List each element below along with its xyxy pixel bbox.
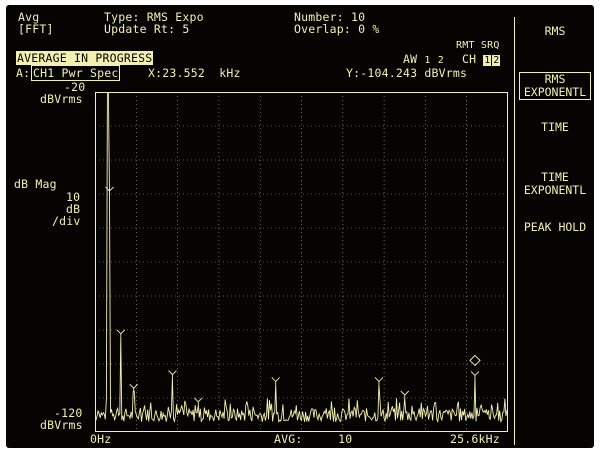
peak-marker bbox=[116, 329, 126, 337]
softkey-peak-hold[interactable]: PEAK HOLD bbox=[515, 221, 594, 234]
ch2-box: 2 bbox=[492, 55, 501, 66]
peak-markers bbox=[105, 186, 480, 405]
overlap: Overlap: 0 % bbox=[294, 22, 380, 36]
x-marker-readout: X:23.552 kHz bbox=[148, 66, 241, 80]
peak-marker bbox=[374, 377, 384, 385]
update-rate: Update Rt: 5 bbox=[104, 22, 190, 36]
y-bottom-unit: dBVrms bbox=[40, 418, 83, 432]
softkey-time[interactable]: TIME bbox=[515, 121, 594, 134]
y-axis-label: dB Mag bbox=[14, 177, 57, 191]
y-top-unit: dBVrms bbox=[40, 92, 83, 106]
softkey-menu: RMS RMS EXPONENTL TIME TIME EXPONENTL PE… bbox=[514, 17, 594, 445]
peak-marker bbox=[129, 383, 139, 392]
peak-marker bbox=[470, 371, 480, 379]
channel-indicator: CH 12 bbox=[462, 52, 501, 66]
y-scale-per-div: /div bbox=[52, 214, 81, 228]
softkey-time-exponential[interactable]: TIME EXPONENTL bbox=[515, 171, 594, 197]
plot-grid bbox=[95, 92, 508, 432]
peak-marker bbox=[168, 370, 177, 378]
peak-marker bbox=[193, 397, 203, 405]
x-start-label: 0Hz bbox=[90, 432, 112, 446]
aw-indicator: AW 1 2 bbox=[403, 52, 444, 66]
analyzer-screen: Avg [FFT] Type: RMS Expo Update Rt: 5 Nu… bbox=[6, 5, 594, 448]
softkey-rms-exponential[interactable]: RMS EXPONENTL bbox=[519, 72, 591, 100]
softkey-rms[interactable]: RMS bbox=[515, 25, 594, 38]
spectrum-plot[interactable] bbox=[95, 92, 508, 432]
avg-count-readout: AVG: 10 bbox=[274, 432, 353, 446]
fft-label: [FFT] bbox=[18, 22, 54, 36]
trace-label: A: bbox=[16, 66, 31, 80]
ch1-box: 1 bbox=[483, 55, 492, 66]
peak-marker bbox=[400, 390, 410, 398]
y-marker-readout: Y:-104.243 dBVrms bbox=[346, 66, 468, 80]
peak-marker bbox=[271, 377, 281, 385]
rmt-srq-indicator: RMT SRQ bbox=[456, 40, 500, 51]
x-end-label: 25.6kHz bbox=[450, 432, 500, 446]
average-in-progress-banner: AVERAGE IN PROGRESS bbox=[16, 51, 154, 65]
trace-name[interactable]: CH1 Pwr Spec bbox=[31, 65, 121, 81]
